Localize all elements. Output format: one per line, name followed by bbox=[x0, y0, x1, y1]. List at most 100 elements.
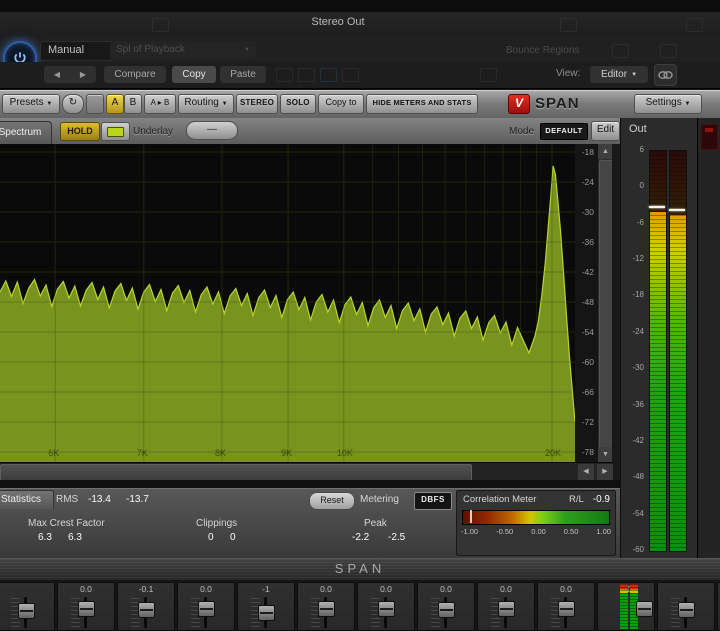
ab-slot-a-button[interactable]: A bbox=[106, 94, 124, 114]
host-mixer-strip: 0.0-0.10.0-10.00.00.00.00.00.00.0 bbox=[0, 580, 720, 631]
ab-slot-b-button[interactable]: B bbox=[124, 94, 142, 114]
dim-icon[interactable] bbox=[686, 18, 703, 32]
presets-dropdown[interactable]: Presets ▼ bbox=[2, 94, 60, 114]
mode-selector[interactable]: DEFAULT bbox=[540, 123, 588, 140]
channel-gain-value: 0.0 bbox=[320, 584, 332, 594]
gear-icon[interactable] bbox=[480, 68, 497, 82]
mixer-channel-strip: 0.0 bbox=[297, 582, 355, 631]
dim-icon[interactable] bbox=[276, 68, 293, 82]
mixer-channel-strip: 0.0 bbox=[177, 582, 235, 631]
fader-handle[interactable] bbox=[558, 601, 575, 617]
view-dropdown-value: Editor bbox=[600, 69, 628, 80]
settings-dropdown[interactable]: Settings ▼ bbox=[634, 94, 702, 114]
corr-scale-label: 0.00 bbox=[531, 527, 546, 536]
scroll-left-button[interactable]: ◀ bbox=[578, 464, 594, 480]
meter-scale-label: -36 bbox=[632, 399, 644, 409]
scroll-down-button[interactable]: ▼ bbox=[598, 447, 613, 462]
dim-icon[interactable] bbox=[612, 44, 629, 58]
copy-button[interactable]: Copy bbox=[172, 66, 216, 83]
spectrum-display[interactable]: 6K 7K 8K 9K 10K 20K bbox=[0, 144, 575, 462]
copy-to-button[interactable]: Copy to bbox=[318, 94, 364, 114]
dim-icon[interactable] bbox=[560, 18, 577, 32]
dim-icon[interactable] bbox=[342, 68, 359, 82]
peak-hold-marker bbox=[669, 208, 685, 211]
dim-icon[interactable] bbox=[660, 44, 677, 58]
clippings-value-left: 0 bbox=[208, 532, 214, 543]
vertical-scrollbar[interactable]: ▲ ▼ bbox=[597, 144, 614, 462]
solo-button[interactable]: SOLO bbox=[280, 94, 316, 114]
rms-label: RMS bbox=[56, 494, 79, 505]
fader-handle[interactable] bbox=[18, 603, 35, 619]
correlation-scale: -1.00 -0.50 0.00 0.50 1.00 bbox=[461, 527, 611, 536]
freq-tick-label: 8K bbox=[214, 448, 226, 458]
fader-handle[interactable] bbox=[438, 602, 455, 618]
fader-handle[interactable] bbox=[198, 601, 215, 617]
mixer-channel-strip: 0.0 bbox=[417, 582, 475, 631]
dim-icon[interactable] bbox=[298, 68, 315, 82]
link-window-button[interactable] bbox=[654, 64, 677, 86]
horizontal-scroll-thumb[interactable] bbox=[0, 464, 472, 481]
fader-handle[interactable] bbox=[498, 601, 515, 617]
db-tick-label: -18 bbox=[581, 147, 594, 157]
hold-button[interactable]: HOLD bbox=[60, 122, 100, 141]
preset-name-field[interactable]: Manual bbox=[40, 41, 113, 61]
a-to-b-copy-button[interactable]: A ▸ B bbox=[144, 94, 176, 114]
fader-handle[interactable] bbox=[258, 605, 275, 621]
hide-meters-button[interactable]: HIDE METERS AND STATS bbox=[366, 94, 478, 114]
fader-handle[interactable] bbox=[318, 601, 335, 617]
tab-statistics[interactable]: Statistics bbox=[0, 490, 54, 509]
db-axis: -18 -24 -30 -36 -42 -48 -54 -60 -66 -72 -78 bbox=[575, 144, 597, 462]
level-meter-left bbox=[649, 150, 667, 552]
stereo-button[interactable]: STEREO bbox=[236, 94, 278, 114]
channel-gain-value: 0.0 bbox=[200, 584, 212, 594]
channel-gain-value: 0.0 bbox=[500, 584, 512, 594]
mixer-channel-strip: 0.0 bbox=[537, 582, 595, 631]
fader-handle[interactable] bbox=[636, 601, 653, 617]
fader-handle[interactable] bbox=[78, 601, 95, 617]
next-preset-button[interactable]: ▶ bbox=[80, 70, 86, 79]
fader-handle[interactable] bbox=[138, 602, 155, 618]
view-label: View: bbox=[556, 68, 581, 79]
divider bbox=[0, 480, 620, 488]
dim-icon[interactable] bbox=[152, 18, 169, 32]
edit-mode-button[interactable]: Edit bbox=[591, 121, 620, 141]
view-dropdown[interactable]: Editor ▼ bbox=[590, 66, 648, 83]
tab-spectrum[interactable]: Spectrum bbox=[0, 121, 52, 145]
fader-handle[interactable] bbox=[378, 601, 395, 617]
mixer-channel-strip: 0.0 bbox=[597, 582, 655, 631]
horizontal-scrollbar[interactable]: ◀ ▶ bbox=[0, 462, 613, 481]
peak-hold-marker bbox=[649, 205, 665, 208]
correlation-meter: Correlation Meter R/L -0.9 -1.00 -0.50 0.0… bbox=[456, 490, 616, 556]
crest-label: Max Crest Factor bbox=[28, 518, 105, 529]
prev-preset-button[interactable]: ◀ bbox=[54, 70, 60, 79]
blank-slot-button[interactable] bbox=[86, 94, 104, 114]
routing-dropdown[interactable]: Routing ▼ bbox=[178, 94, 234, 114]
channel-gain-value: 0.0 bbox=[560, 584, 572, 594]
clippings-value-right: 0 bbox=[230, 532, 236, 543]
paste-button[interactable]: Paste bbox=[220, 66, 266, 83]
freq-tick-label: 6K bbox=[48, 448, 60, 458]
dim-icon[interactable] bbox=[320, 68, 337, 82]
meter-scale-label: -60 bbox=[632, 545, 644, 554]
meter-scale-label: -6 bbox=[636, 217, 644, 227]
voxengo-logo: V bbox=[508, 94, 530, 114]
correlation-marker bbox=[470, 510, 473, 523]
disabled-dropdown[interactable]: Spl of Playback ▼ bbox=[110, 41, 256, 59]
scroll-right-button[interactable]: ▶ bbox=[597, 464, 613, 480]
chevron-down-icon: ▼ bbox=[46, 101, 53, 107]
metering-mode-button[interactable]: DBFS bbox=[414, 492, 452, 510]
fader-handle[interactable] bbox=[678, 602, 695, 618]
meter-bar-left bbox=[620, 584, 628, 629]
db-tick-label: -24 bbox=[581, 177, 594, 187]
undo-history-button[interactable]: ↻ bbox=[62, 94, 84, 114]
peak-value-left: -2.2 bbox=[352, 532, 370, 543]
compare-button[interactable]: Compare bbox=[104, 66, 166, 83]
underlay-selector[interactable]: — bbox=[186, 121, 238, 140]
scroll-up-button[interactable]: ▲ bbox=[598, 144, 613, 159]
reset-button[interactable]: Reset bbox=[309, 492, 355, 510]
spectrum-enable-button[interactable] bbox=[101, 122, 130, 141]
unlit-overlay bbox=[670, 151, 686, 216]
mixer-channel-strip: 0.0 bbox=[477, 582, 535, 631]
chain-link-icon bbox=[658, 71, 673, 79]
freq-tick-label: 7K bbox=[136, 448, 148, 458]
